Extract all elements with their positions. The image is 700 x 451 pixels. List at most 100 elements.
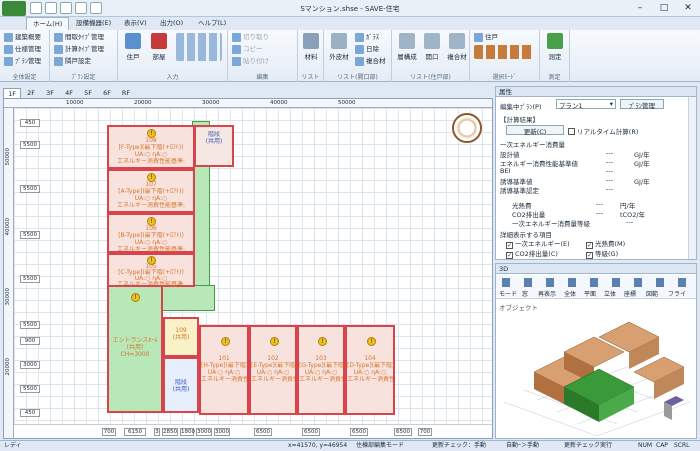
properties-scrollbar[interactable] [688,97,696,259]
composite-button[interactable]: 複合材 [354,56,386,67]
row-label: エネルギー消費性能基準値 [500,160,578,168]
fit-all-button[interactable]: 全体 [564,289,576,298]
compass-icon[interactable] [452,113,482,143]
plan-select[interactable]: プラン1 ▾ [556,99,616,110]
composite-big-button[interactable]: 複合材 [444,33,470,63]
tab-floor-5f[interactable]: 5F [79,88,97,98]
calc-type-button[interactable]: 計算ﾀｲﾌﾟ管理 [53,44,104,55]
spec-manage-button[interactable]: 仕様管理 [3,44,41,55]
unit-energy: エネルギー消費性能基準: [116,158,186,165]
unit-101[interactable]: ! 101 [H-Type](最下階) UA:○ ηA:○ エネルギー消費性能基… [199,325,249,415]
tab-floor-3f[interactable]: 3F [41,88,59,98]
tab-view[interactable]: 表示(V) [118,17,153,30]
window-button[interactable]: 窓 [522,289,528,298]
unit-108[interactable]: ! 108 [F-Type](最下階(+ﾛﾌﾄ)) UA:○ ηA:○ エネルギ… [107,125,195,169]
unit-no: 102 [267,355,279,362]
plan-manage-button[interactable]: ﾌﾟﾗﾝ管理 [3,56,41,67]
redraw-button[interactable]: 再表示 [538,289,556,298]
unit-103[interactable]: ! 103 [G-Type](最下階) UA:○ ηA:○ エネルギー消費性能基… [297,325,345,415]
tab-output[interactable]: 出力(O) [154,17,189,30]
fly-button[interactable]: フライ [668,289,686,298]
building-overview-button[interactable]: 建築概要 [3,32,41,43]
tab-help[interactable]: ヘルプ(L) [192,17,232,30]
realtime-checkbox[interactable]: リアルタイム計算(R) [568,126,638,136]
coords-button[interactable]: 座標 [624,289,636,298]
check-grade[interactable]: ✓ 等級(G) [586,248,618,259]
unit-106[interactable]: ! 106 [B-Type](最下階(+ﾛﾌﾄ)) UA:○ ηA:○ エネルギ… [107,213,195,253]
check-label: 一次エネルギー(E) [515,240,570,248]
layout-type-button[interactable]: 間取ﾀｲﾌﾟ管理 [53,32,104,43]
paste-button[interactable]: 貼り付け [231,56,269,67]
opening-button[interactable]: 開口 [419,33,445,63]
unit-105[interactable]: ! 105 [C-Type](最下階(+ﾛﾌﾄ)) UA:○ ηA:○ エネルギ… [107,253,195,288]
stair-room[interactable]: 階段 (共用) [163,357,199,413]
figure-range-button[interactable]: 図範 [646,289,658,298]
material-label: 材料 [304,53,318,61]
check-label: 等級(G) [595,250,619,258]
row-unit: GJ/年 [634,160,650,168]
unit-button[interactable]: 住戸 [120,33,146,63]
select-tool-icons [474,45,534,59]
unit-107[interactable]: ! 107 [A-Type](最下階(+ﾛﾌﾄ)) UA:○ ηA:○ エネルギ… [107,169,195,213]
unit-no: 106 [145,225,157,232]
dim-label: 2850 [162,428,178,436]
dim-label: 1800 [180,428,195,436]
skin-material-label: 外皮材 [329,53,349,61]
unit-type: [F-Type](最下階(+ﾛﾌﾄ)) [118,144,184,151]
checkbox-checked-icon: ✓ [506,252,513,259]
material-button[interactable]: 材料 [298,33,324,63]
tab-floor-1f[interactable]: 1F [3,88,21,98]
tab-floor-6f[interactable]: 6F [98,88,116,98]
neighbor-setting-button[interactable]: 隣戸設定 [53,56,91,67]
toolbar-icons [502,278,692,287]
building-3d-model[interactable] [504,312,690,436]
layer-button[interactable]: 層構成 [394,33,420,63]
dim-label: 450 [20,119,40,127]
entrance-hall-room[interactable]: ! エントランスﾎｰﾙ (共用) CH=3000 [107,285,163,413]
tab-floor-4f[interactable]: 4F [60,88,78,98]
maximize-icon[interactable]: □ [652,0,676,16]
mode-button[interactable]: モード [499,289,517,298]
plan-select-value: プラン1 [559,102,583,110]
top-ruler: 10000 20000 30000 40000 50000 [4,99,492,108]
unit-104[interactable]: ! 104 [D-Type](最下階) UA:○ ηA:○ エネルギー消費性能基… [345,325,395,415]
unit-102[interactable]: ! 102 [E-Type](最下階) UA:○ ηA:○ エネルギー消費性能基… [249,325,297,415]
input-tools[interactable] [174,33,224,63]
glass-button[interactable]: ｶﾞﾗｽ [354,32,379,43]
cut-button[interactable]: 切り取り [231,32,269,43]
tab-floor-2f[interactable]: 2F [22,88,40,98]
shade-button[interactable]: 日除 [354,44,379,55]
plan-manage-button[interactable]: ﾌﾟﾗﾝ管理 [620,99,664,110]
tab-equipment[interactable]: 設備機器(E) [70,17,117,30]
row-unit: GJ/年 [634,178,650,186]
properties-header: 属性 [496,87,696,97]
skin-material-button[interactable]: 外皮材 [326,33,352,63]
room-109[interactable]: 109 (共用) [163,317,199,357]
tab-floor-rf[interactable]: RF [117,88,135,98]
calc-title: 【計算結果】 [500,116,539,124]
select-unit-button[interactable]: 住戸 [473,32,498,43]
ruler-label: 10000 [66,100,84,106]
minimize-icon[interactable]: – [628,0,652,16]
check-co2[interactable]: ✓ CO2排出量(C) [506,248,558,259]
dim-label: 5500 [20,231,40,239]
measure-button[interactable]: 測定 [542,33,568,63]
solid-view-button[interactable]: 立体 [604,289,616,298]
stair-unit[interactable]: 階段 (共用) [194,125,234,167]
close-icon[interactable]: ✕ [676,0,700,16]
room-button[interactable]: 部屋 [146,33,172,63]
unit-type: [D-Type](最下階) [347,362,393,369]
tab-home[interactable]: ホーム(H) [26,17,70,30]
select-mode-tools[interactable] [473,45,535,63]
floor-plan-canvas[interactable]: 10000 20000 30000 40000 50000 50000 4000… [3,98,493,439]
bottom-dimension-ruler: 700 6150 3 2850 1800 3000 3000 6500 6500… [14,424,492,438]
entrance-ch: CH=3000 [120,351,150,358]
unit-info-icon: ! [318,337,327,346]
update-button[interactable]: 更新(C) [506,125,564,136]
ribbon: 建築概要 仕様管理 ﾌﾟﾗﾝ管理 全体設定 間取ﾀｲﾌﾟ管理 計算ﾀｲﾌﾟ管理 … [0,30,700,82]
group-label: 編集 [256,74,269,81]
copy-button[interactable]: コピー [231,44,263,55]
unit-ua: UA:○ ηA:○ [256,369,290,376]
plan-view-button[interactable]: 平面 [584,289,596,298]
group-label: リスト(住戸部) [410,74,451,81]
